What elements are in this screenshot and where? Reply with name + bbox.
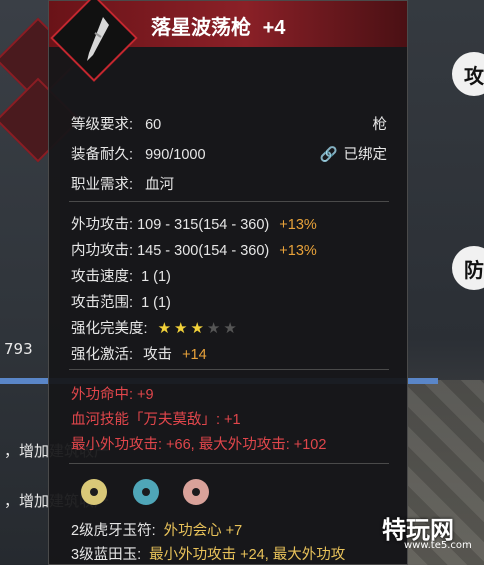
level-requirement-row: 等级要求: 60 [71,113,161,134]
star-icon: ★ [174,320,188,337]
stat-label: 内功攻击: [71,243,134,259]
bound-label: 已绑定 [343,147,388,163]
job-requirement-row: 职业需求: 血河 [71,173,174,194]
divider [69,463,389,464]
stat-label: 攻击范围: [71,295,134,311]
gem-effect-label: 3级蓝田玉: [71,547,142,563]
lock-icon: 🔗 [319,147,338,163]
bound-status: 🔗 已绑定 [319,143,387,164]
gem-effect-value: 外功会心 +7 [163,523,243,539]
star-icon: ★ [157,320,172,337]
stat-row: 攻击范围: 1 (1) [71,291,171,312]
item-tooltip: 落星波荡枪 +4 等级要求: 60 枪 装备耐久: 990/1000 🔗 已绑定 … [48,0,408,565]
item-name: 落星波荡枪 [151,17,251,39]
enhance-activate-value: 攻击 [143,347,173,363]
star-icon: ★ [190,320,204,337]
pink-jade-gem-icon[interactable] [183,479,209,505]
enhance-activate-label: 强化激活: [71,347,134,363]
durability-label: 装备耐久: [71,147,134,163]
job-value: 血河 [145,177,175,193]
job-label: 职业需求: [71,177,134,193]
yellow-jade-gem-icon[interactable] [81,479,107,505]
spear-icon [87,17,109,61]
extra-attr: 血河技能「万夫莫敌」: +1 [71,412,241,428]
enhance-activate-row: 强化激活: 攻击 +14 [71,343,207,364]
weapon-type: 枪 [372,117,388,133]
enhance-activate-bonus: +14 [182,347,207,363]
stat-value: 1 (1) [141,269,171,285]
item-title: 落星波荡枪 +4 [151,11,285,40]
stat-bonus: +13% [279,243,317,259]
stat-value: 109 - 315(154 - 360) [137,217,270,233]
durability-row: 装备耐久: 990/1000 [71,143,206,164]
blue-jade-gem-icon[interactable] [133,479,159,505]
gem-effect-row: 3级蓝田玉: 最小外功攻击 +24, 最大外功攻 [71,543,345,564]
divider [69,369,389,370]
extra-attr: 外功命中: +9 [71,387,154,403]
item-enhance-level: +4 [262,17,286,39]
stat-label: 攻击速度: [71,269,134,285]
enhance-perfect-label: 强化完美度: [71,321,148,337]
star-icon: ★ [206,320,221,337]
defense-tab-label: 防 [464,257,484,282]
background-number: 793 [4,340,33,358]
gem-effect-row: 2级虎牙玉符: 外功会心 +7 [71,519,242,540]
divider [69,201,389,202]
durability-value: 990/1000 [145,147,206,163]
watermark-url: www.te5.com [404,540,472,551]
stat-value: 145 - 300(154 - 360) [137,243,270,259]
enhance-perfect-row: 强化完美度: ★ ★ ★ ★ ★ [71,317,240,338]
attack-tab-label: 攻 [464,63,484,88]
gem-effect-label: 2级虎牙玉符: [71,523,156,539]
stat-value: 1 (1) [141,295,171,311]
stat-row: 外功攻击: 109 - 315(154 - 360) +13% [71,213,317,234]
star-icon: ★ [223,320,237,337]
level-label: 等级要求: [71,117,134,133]
gem-effect-value: 最小外功攻击 +24, 最大外功攻 [149,547,346,563]
extra-attr: 最小外功攻击: +66, 最大外功攻击: +102 [71,437,327,453]
enhance-stars: ★ ★ ★ ★ ★ [157,320,240,337]
stat-row: 攻击速度: 1 (1) [71,265,171,286]
level-value: 60 [145,117,162,133]
stat-row: 内功攻击: 145 - 300(154 - 360) +13% [71,239,317,260]
stat-bonus: +13% [279,217,317,233]
stat-label: 外功攻击: [71,217,134,233]
